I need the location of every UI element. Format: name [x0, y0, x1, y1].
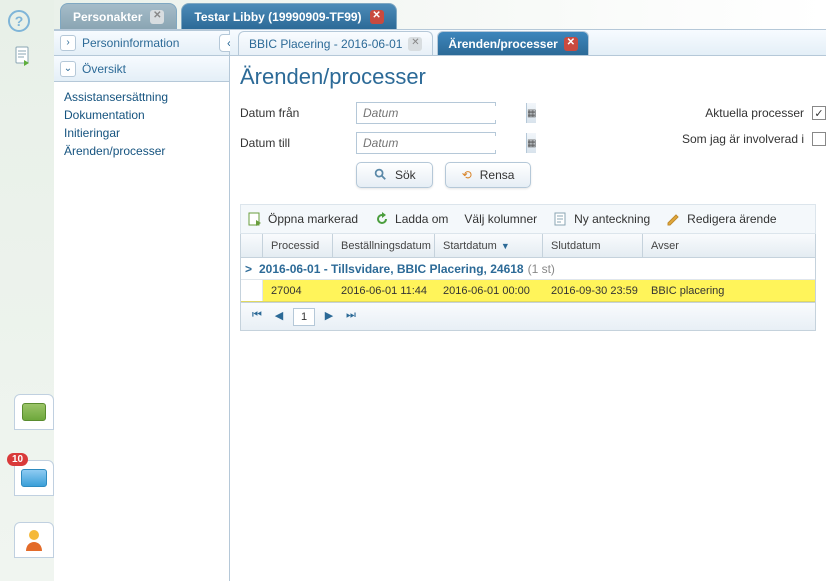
- calendar-icon[interactable]: ▦: [526, 103, 536, 123]
- sort-desc-icon: ▼: [501, 241, 510, 251]
- datum-fran-field[interactable]: [357, 106, 526, 120]
- sidebar: › Personinformation ‹ ⌄ Översikt Assista…: [54, 30, 230, 581]
- col-processid[interactable]: Processid: [263, 234, 333, 257]
- sidebar-item-arenden[interactable]: Ärenden/processer: [64, 142, 219, 160]
- cell-slutdatum: 2016-09-30 23:59: [543, 280, 643, 301]
- tab-label: Testar Libby (19990909-TF99): [194, 10, 361, 24]
- label-aktuella: Aktuella processer: [705, 106, 804, 120]
- tab-label: Ärenden/processer: [448, 37, 557, 51]
- panel-oversikt[interactable]: ⌄ Översikt: [54, 56, 229, 82]
- tool-label: Ny anteckning: [574, 212, 650, 226]
- pager: ⏮ ◀ 1 ▶ ⏭: [240, 303, 816, 331]
- datum-till-input[interactable]: ▦: [356, 132, 496, 154]
- tool-oppna[interactable]: Öppna markerad: [247, 211, 358, 227]
- cell-startdatum: 2016-06-01 00:00: [435, 280, 543, 301]
- close-icon[interactable]: ✕: [408, 37, 422, 51]
- tab-label: BBIC Placering - 2016-06-01: [249, 37, 402, 51]
- page-title: Ärenden/processer: [240, 64, 816, 90]
- grid-toolbar: Öppna markerad Ladda om Välj kolumner Ny…: [240, 204, 816, 234]
- tool-anteckning[interactable]: Ny anteckning: [553, 211, 650, 227]
- group-chevron-icon: >: [245, 262, 259, 276]
- notification-badge: 10: [7, 453, 28, 466]
- tool-redigera[interactable]: Redigera ärende: [666, 211, 776, 227]
- help-icon[interactable]: ?: [8, 10, 30, 32]
- datum-fran-input[interactable]: ▦: [356, 102, 496, 124]
- tool-ladda[interactable]: Ladda om: [374, 211, 448, 227]
- label-datum-till: Datum till: [240, 136, 356, 150]
- close-icon[interactable]: ✕: [370, 10, 384, 24]
- row-expander: [241, 280, 263, 301]
- document-export-icon[interactable]: [14, 46, 32, 66]
- cell-processid: 27004: [263, 280, 333, 301]
- panel-title: Översikt: [82, 62, 126, 76]
- reload-icon: [374, 211, 390, 227]
- taskbar-item-2[interactable]: 10: [14, 460, 54, 496]
- col-slutdatum[interactable]: Slutdatum: [543, 234, 643, 257]
- pager-last-icon[interactable]: ⏭: [343, 309, 359, 325]
- group-count: (1 st): [528, 262, 555, 276]
- sub-tab-bbic[interactable]: BBIC Placering - 2016-06-01 ✕: [238, 31, 433, 55]
- tab-label: Personakter: [73, 10, 142, 24]
- pager-page-number[interactable]: 1: [293, 308, 315, 326]
- col-startdatum[interactable]: Startdatum ▼: [435, 234, 543, 257]
- search-icon: [373, 167, 387, 184]
- grid-group-row[interactable]: > 2016-06-01 - Tillsvidare, BBIC Placeri…: [241, 258, 815, 280]
- clear-icon: ⟲: [462, 168, 472, 182]
- checkbox-involverad[interactable]: [812, 132, 826, 146]
- top-tab-strip: Personakter ✕ Testar Libby (19990909-TF9…: [54, 0, 826, 30]
- top-tab-testar-libby[interactable]: Testar Libby (19990909-TF99) ✕: [181, 3, 396, 29]
- tool-kolumner[interactable]: Välj kolumner: [464, 212, 537, 226]
- button-label: Rensa: [480, 168, 515, 182]
- col-expander: [241, 234, 263, 257]
- col-avser[interactable]: Avser: [643, 234, 815, 257]
- col-bestallningsdatum[interactable]: Beställningsdatum: [333, 234, 435, 257]
- col-label: Startdatum: [443, 240, 497, 252]
- cell-bestallning: 2016-06-01 11:44: [333, 280, 435, 301]
- pager-prev-icon[interactable]: ◀: [271, 309, 287, 325]
- rensa-button[interactable]: ⟲ Rensa: [445, 162, 532, 188]
- note-icon: [553, 211, 569, 227]
- datum-till-field[interactable]: [357, 136, 526, 150]
- checkbox-aktuella[interactable]: ✓: [812, 106, 826, 120]
- edit-icon: [666, 211, 682, 227]
- panel-personinformation[interactable]: › Personinformation: [54, 30, 229, 56]
- group-title: 2016-06-01 - Tillsvidare, BBIC Placering…: [259, 262, 524, 276]
- sidebar-item-assistans[interactable]: Assistansersättning: [64, 88, 219, 106]
- grid-data-row[interactable]: 27004 2016-06-01 11:44 2016-06-01 00:00 …: [241, 280, 815, 302]
- grid-header: Processid Beställningsdatum Startdatum ▼…: [241, 234, 815, 258]
- sok-button[interactable]: Sök: [356, 162, 433, 188]
- button-label: Sök: [395, 168, 416, 182]
- sidebar-item-initieringar[interactable]: Initieringar: [64, 124, 219, 142]
- close-icon[interactable]: ✕: [564, 37, 578, 51]
- sidebar-item-dokumentation[interactable]: Dokumentation: [64, 106, 219, 124]
- top-tab-personakter[interactable]: Personakter ✕: [60, 3, 177, 29]
- calendar-icon[interactable]: ▦: [526, 133, 536, 153]
- tool-label: Redigera ärende: [687, 212, 776, 226]
- pager-first-icon[interactable]: ⏮: [249, 309, 265, 325]
- label-datum-fran: Datum från: [240, 106, 356, 120]
- pager-next-icon[interactable]: ▶: [321, 309, 337, 325]
- tool-label: Öppna markerad: [268, 212, 358, 226]
- sub-tab-arenden[interactable]: Ärenden/processer ✕: [437, 31, 588, 55]
- sub-tab-strip: BBIC Placering - 2016-06-01 ✕ Ärenden/pr…: [230, 30, 826, 56]
- close-icon[interactable]: ✕: [150, 10, 164, 24]
- taskbar-item-user[interactable]: [14, 522, 54, 558]
- panel-title: Personinformation: [82, 36, 179, 50]
- tool-label: Ladda om: [395, 212, 448, 226]
- chevron-down-icon[interactable]: ⌄: [60, 61, 76, 77]
- cell-avser: BBIC placering: [643, 280, 815, 301]
- tool-label: Välj kolumner: [464, 212, 537, 226]
- open-icon: [247, 211, 263, 227]
- chevron-right-icon[interactable]: ›: [60, 35, 76, 51]
- taskbar-item-1[interactable]: [14, 394, 54, 430]
- grid: Processid Beställningsdatum Startdatum ▼…: [240, 234, 816, 303]
- label-involverad: Som jag är involverad i: [682, 132, 804, 146]
